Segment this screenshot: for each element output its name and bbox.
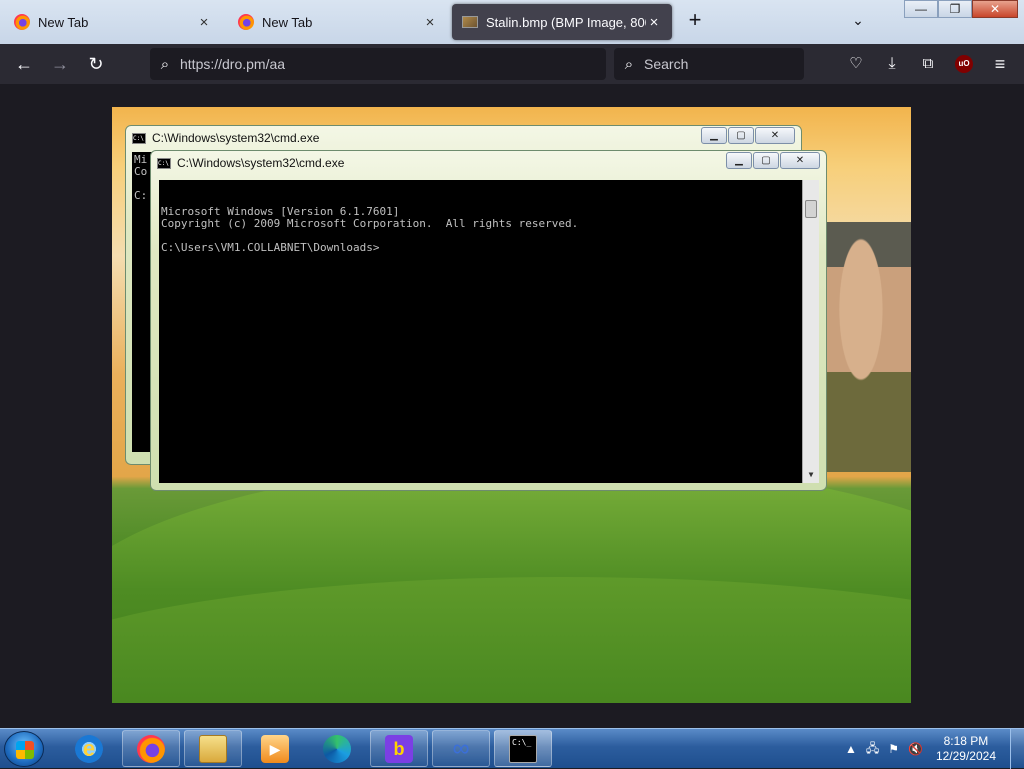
network-icon[interactable]: 🖧 [866,739,879,760]
menu-button[interactable]: ≡ [988,52,1012,76]
cmd-title-bar[interactable]: C:\ C:\Windows\system32\cmd.exe [132,126,795,150]
search-icon: ⌕ [160,55,170,73]
cmd-window-controls: ▁ ▢ ✕ [726,152,820,169]
close-icon[interactable]: × [646,14,662,31]
firefox-icon [137,734,165,763]
tab-label: Stalin.bmp (BMP Image, 800 × [486,14,646,30]
internet-explorer-button[interactable]: e [60,730,118,767]
show-desktop-button[interactable] [1010,729,1024,769]
app-icon: b [385,734,413,763]
ublock-origin-icon[interactable]: uO [955,55,973,73]
firefox-icon [238,14,254,30]
close-button[interactable]: ✕ [780,152,820,169]
image-icon [462,16,478,28]
window-controls: — ❐ ✕ [904,0,1018,18]
cmd-console-back[interactable]: Mi Co C: [132,152,152,452]
cmd-window-controls: ▁ ▢ ✕ [701,127,795,144]
maximize-button[interactable]: ▢ [753,152,779,169]
tab-stalin-bmp[interactable]: Stalin.bmp (BMP Image, 800 × × [452,4,672,40]
file-explorer-button[interactable] [184,730,242,767]
pocket-icon[interactable]: ♡ [844,52,868,76]
download-icon[interactable]: ⤓ [880,52,904,76]
console-text: Microsoft Windows [Version 6.1.7601] Cop… [161,205,579,254]
cmd-title: C:\Windows\system32\cmd.exe [177,156,345,170]
back-button[interactable]: ← [12,52,36,76]
vertical-scrollbar[interactable]: ▲ ▼ [802,180,819,483]
cmd-title: C:\Windows\system32\cmd.exe [152,131,320,145]
file-explorer-icon [199,734,227,763]
tab-label: New Tab [38,14,89,30]
cmd-icon: C:\_ [509,734,537,763]
forward-button[interactable]: → [48,52,72,76]
system-tray: ▲ 🖧 ⚑ 🔇 8:18 PM 12/29/2024 [845,729,1024,769]
close-button[interactable]: ✕ [755,127,795,144]
taskbar: e ▶ b ∞ C:\_ ▲ 🖧 ⚑ 🔇 8:18 PM 12/29/2024 [0,728,1024,769]
cmd-taskbar-button[interactable]: C:\_ [494,730,552,767]
minimize-button[interactable]: ▁ [726,152,752,169]
search-bar[interactable]: ⌕ Search [614,48,804,80]
cmd-title-bar[interactable]: C:\ C:\Windows\system32\cmd.exe [157,151,820,175]
internet-explorer-icon: e [75,734,103,763]
minimize-button[interactable]: ▁ [701,127,727,144]
tab-bar: New Tab × New Tab × Stalin.bmp (BMP Imag… [0,0,1024,44]
maximize-button[interactable]: ❐ [938,0,972,18]
edge-button[interactable] [308,730,366,767]
wallpaper-hill-foreground [112,577,911,703]
windows-logo-icon [16,741,34,759]
cmd-console-front[interactable]: Microsoft Windows [Version 6.1.7601] Cop… [159,180,819,483]
close-icon[interactable]: × [422,14,438,31]
firefox-icon [14,14,30,30]
cmd-icon: C:\ [132,132,146,144]
tab-label: New Tab [262,14,313,30]
app-button[interactable]: b [370,730,428,767]
infinity-app-icon: ∞ [452,734,470,762]
firefox-button[interactable] [122,730,180,767]
close-window-button[interactable]: ✕ [972,0,1018,18]
edge-icon [323,734,351,763]
extensions-icon[interactable]: ⧉ [916,52,940,76]
search-icon: ⌕ [624,55,634,73]
new-tab-button[interactable]: + [684,9,706,32]
show-hidden-icons-icon[interactable]: ▲ [845,742,857,756]
maximize-button[interactable]: ▢ [728,127,754,144]
search-placeholder[interactable]: Search [644,56,688,72]
url-text[interactable]: https://dro.pm/aa [180,56,285,72]
tab-new-tab-1[interactable]: New Tab × [4,4,222,40]
scroll-down-icon[interactable]: ▼ [803,466,819,483]
action-center-flag-icon[interactable]: ⚑ [888,742,899,756]
clock[interactable]: 8:18 PM 12/29/2024 [936,734,996,764]
cmd-window-front[interactable]: C:\ C:\Windows\system32\cmd.exe ▁ ▢ ✕ Mi… [150,150,827,491]
chevron-down-icon[interactable]: ⌄ [848,12,868,32]
clock-time: 8:18 PM [943,734,989,748]
cmd-icon: C:\ [157,157,171,169]
media-player-icon: ▶ [261,734,289,763]
infinity-app-button[interactable]: ∞ [432,730,490,767]
media-player-button[interactable]: ▶ [246,730,304,767]
tab-new-tab-2[interactable]: New Tab × [228,4,448,40]
start-button[interactable] [4,731,44,767]
volume-muted-icon[interactable]: 🔇 [908,742,923,756]
minimize-button[interactable]: — [904,0,938,18]
bmp-image[interactable]: C:\ C:\Windows\system32\cmd.exe ▁ ▢ ✕ Mi… [112,107,911,703]
scrollbar-thumb[interactable] [805,200,817,218]
reload-button[interactable]: ↻ [84,52,108,76]
close-icon[interactable]: × [196,14,212,31]
page-content: C:\ C:\Windows\system32\cmd.exe ▁ ▢ ✕ Mi… [0,84,1024,728]
clock-date: 12/29/2024 [935,749,996,763]
address-bar[interactable]: ⌕ https://dro.pm/aa [150,48,606,80]
